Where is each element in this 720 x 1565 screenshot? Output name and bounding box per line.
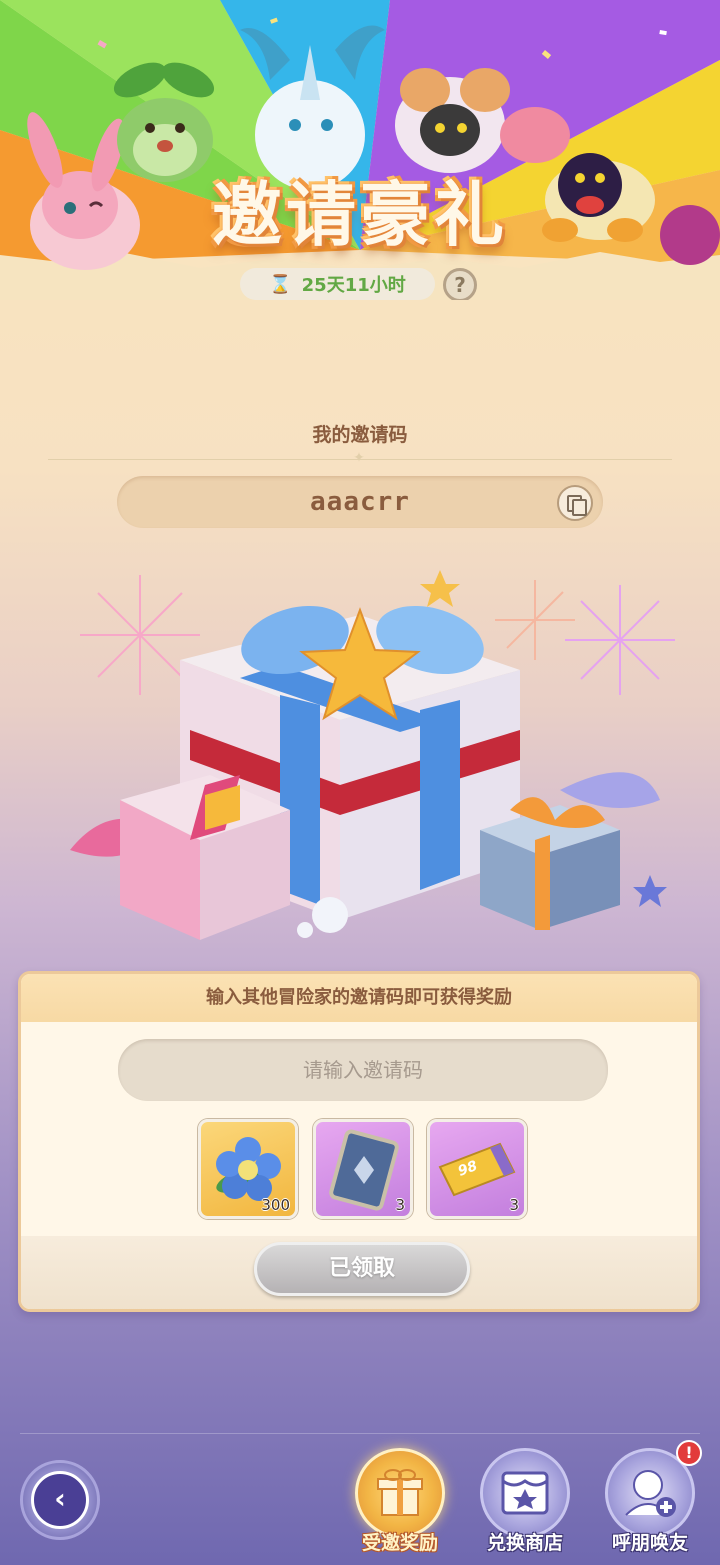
reward-item[interactable]: 98 3 bbox=[427, 1119, 527, 1219]
nav-tab-label: 兑换商店 bbox=[486, 1532, 563, 1554]
claimed-button[interactable]: 已领取 bbox=[254, 1242, 470, 1296]
gift-icon bbox=[355, 1448, 445, 1538]
nav-tab-exchange-shop[interactable]: 兑换商店 bbox=[470, 1448, 580, 1563]
copy-icon[interactable] bbox=[557, 485, 593, 521]
event-title: 邀请豪礼 bbox=[212, 174, 508, 256]
reward-item[interactable]: 3 bbox=[313, 1119, 413, 1219]
reward-item[interactable]: 300 bbox=[198, 1119, 298, 1219]
diamond-icon: ✦ bbox=[353, 450, 365, 466]
back-button[interactable]: ‹ bbox=[20, 1460, 100, 1540]
invite-code-input[interactable] bbox=[118, 1039, 608, 1101]
my-code-label: 我的邀请码 bbox=[312, 424, 408, 446]
hourglass-icon: ⌛ bbox=[269, 273, 292, 295]
reward-count: 3 bbox=[509, 1196, 519, 1214]
nav-divider bbox=[20, 1433, 700, 1434]
reward-count: 300 bbox=[261, 1196, 290, 1214]
green-sprout-creature bbox=[113, 62, 215, 182]
my-code-value: aaacrr bbox=[310, 487, 410, 517]
event-timer: ⌛ 25天11小时 bbox=[240, 268, 435, 300]
nav-tab-invite-reward[interactable]: 受邀奖励 bbox=[345, 1448, 455, 1563]
firework-mid bbox=[495, 580, 575, 660]
timer-text: 25天11小时 bbox=[301, 275, 406, 296]
redeem-panel-header: 输入其他冒险家的邀请码即可获得奖励 bbox=[21, 974, 697, 1022]
gift-illustration bbox=[40, 560, 680, 960]
my-code-box: aaacrr bbox=[117, 476, 603, 528]
nav-tab-label: 呼朋唤友 bbox=[611, 1532, 688, 1554]
firework-right bbox=[565, 585, 675, 695]
help-button[interactable]: ? bbox=[443, 268, 477, 300]
shop-icon bbox=[480, 1448, 570, 1538]
back-arrow-icon: ‹ bbox=[31, 1471, 89, 1529]
event-banner: 邀请豪礼 ⌛ 25天11小时 ? bbox=[0, 0, 720, 300]
reward-count: 3 bbox=[395, 1196, 405, 1214]
nav-tab-label: 受邀奖励 bbox=[361, 1532, 438, 1554]
notification-badge: ! bbox=[676, 1440, 702, 1466]
redeem-panel: 输入其他冒险家的邀请码即可获得奖励 300 3 98 3 已领取 bbox=[18, 971, 700, 1312]
